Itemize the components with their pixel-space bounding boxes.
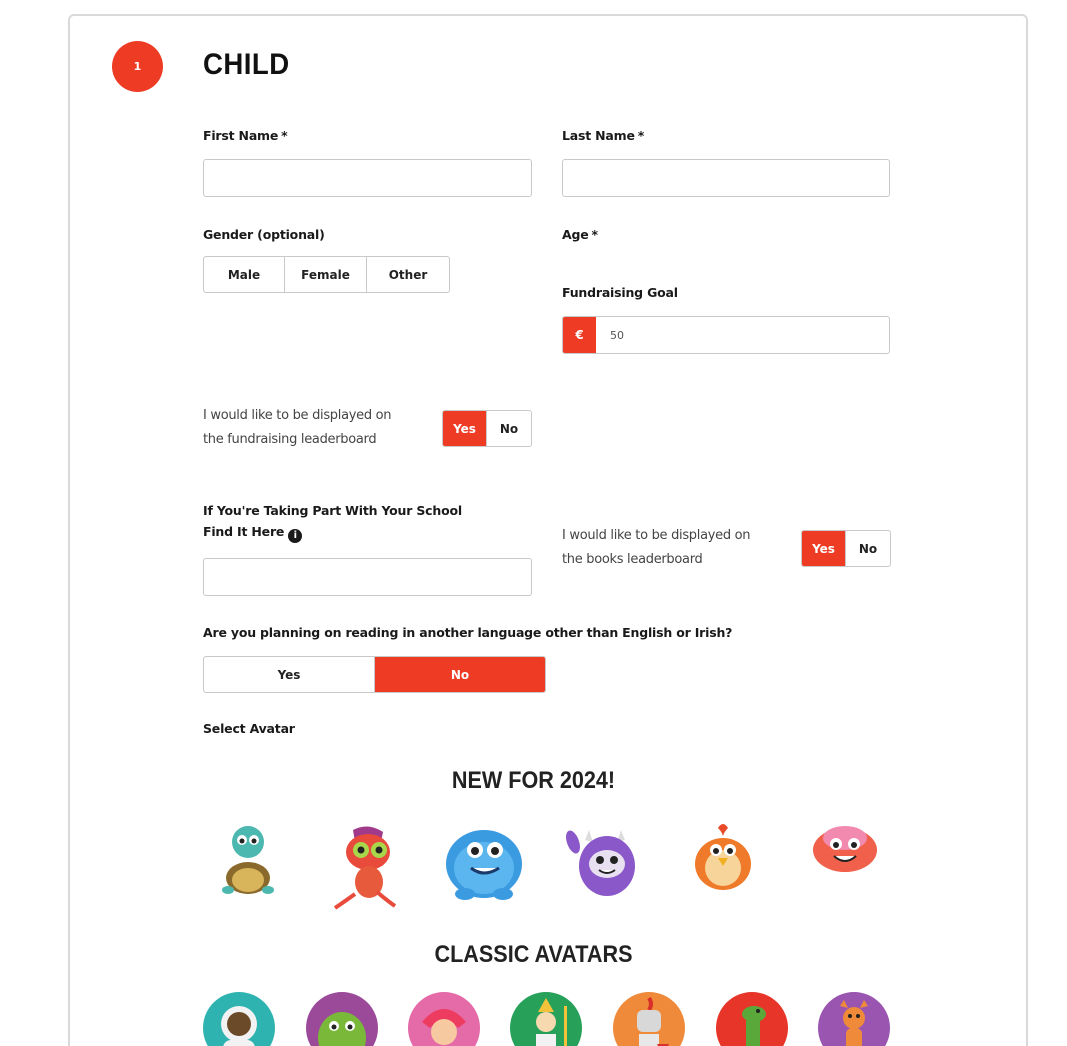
purple-yeti-icon <box>566 830 635 896</box>
fundraising-goal-field[interactable]: € 50 <box>562 316 890 354</box>
pink-monster-avatar[interactable] <box>810 820 880 875</box>
gender-option-other[interactable]: Other <box>367 257 449 292</box>
fundraising-leaderboard-text: I would like to be displayed on the fund… <box>203 408 392 447</box>
school-label: If You're Taking Part With Your School F… <box>203 503 462 543</box>
books-leaderboard-text: I would like to be displayed on the book… <box>562 528 751 567</box>
fundraising-leaderboard-toggle: Yes No <box>442 410 532 447</box>
chick-icon <box>695 824 751 890</box>
fundraising-leaderboard-yes[interactable]: Yes <box>443 411 487 446</box>
gender-selector: Male Female Other <box>203 256 450 293</box>
gender-label: Gender (optional) <box>203 227 325 242</box>
books-leaderboard-no[interactable]: No <box>846 531 890 566</box>
purple-yeti-avatar[interactable] <box>565 820 645 902</box>
chameleon-avatar[interactable] <box>333 822 403 912</box>
gender-option-male[interactable]: Male <box>204 257 285 292</box>
chameleon-icon <box>333 826 397 910</box>
gender-option-female[interactable]: Female <box>285 257 367 292</box>
other-language-no[interactable]: No <box>375 657 545 692</box>
new-avatars-heading: NEW FOR 2024! <box>451 767 616 794</box>
age-label: Age * <box>562 227 598 242</box>
info-icon[interactable]: i <box>288 528 303 543</box>
fundraising-goal-label: Fundraising Goal <box>562 285 678 300</box>
turtle-icon <box>222 826 274 894</box>
classic-avatars-heading: CLASSIC AVATARS <box>434 941 633 968</box>
pink-monster-icon <box>813 826 877 872</box>
currency-symbol: € <box>563 317 596 353</box>
other-language-toggle: Yes No <box>203 656 546 693</box>
fundraising-leaderboard-no[interactable]: No <box>487 411 531 446</box>
chick-avatar[interactable] <box>688 820 758 894</box>
other-language-label: Are you planning on reading in another l… <box>203 625 733 640</box>
school-search-field[interactable] <box>203 558 532 596</box>
first-name-label: First Name * <box>203 128 288 143</box>
last-name-field[interactable] <box>562 159 890 197</box>
step-number-badge: 1 <box>112 41 163 92</box>
section-title: CHILD <box>203 48 290 81</box>
other-language-yes[interactable]: Yes <box>204 657 375 692</box>
books-leaderboard-yes[interactable]: Yes <box>802 531 846 566</box>
first-name-field[interactable] <box>203 159 532 197</box>
last-name-label: Last Name * <box>562 128 645 143</box>
blue-monster-icon <box>446 830 522 900</box>
blue-monster-avatar[interactable] <box>443 816 525 902</box>
fundraising-goal-value[interactable]: 50 <box>596 317 889 353</box>
turtle-avatar[interactable] <box>213 820 283 905</box>
select-avatar-label: Select Avatar <box>203 721 295 736</box>
books-leaderboard-toggle: Yes No <box>801 530 891 567</box>
